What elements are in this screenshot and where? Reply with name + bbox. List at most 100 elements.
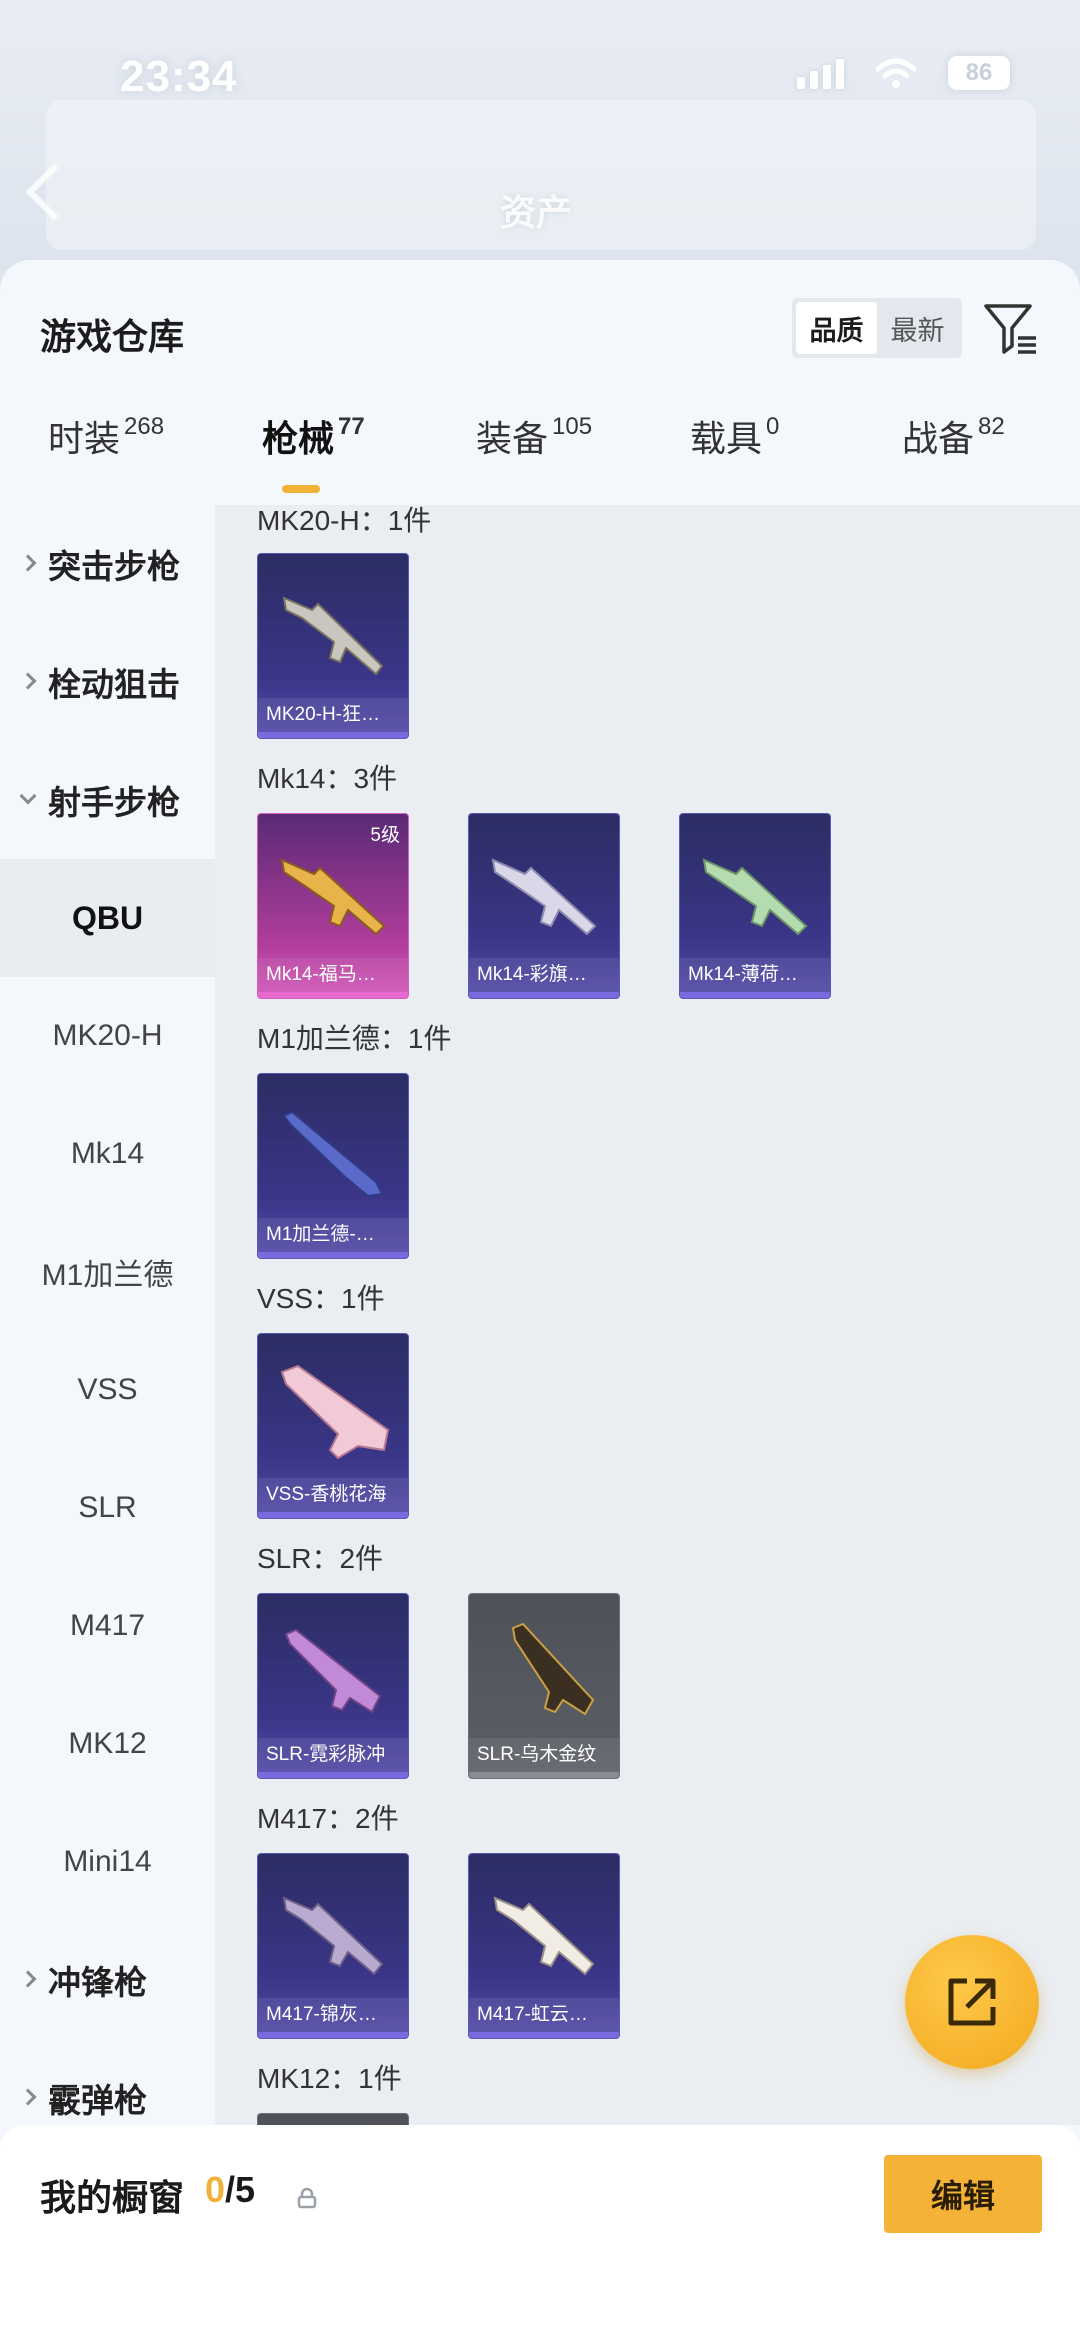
sidebar-item-m417[interactable]: M417 bbox=[0, 1567, 215, 1685]
rarity-bar bbox=[469, 992, 619, 998]
showcase-current: 0 bbox=[205, 2169, 226, 2210]
share-button[interactable] bbox=[905, 1935, 1039, 2069]
rifle-icon bbox=[282, 596, 384, 676]
filter-icon[interactable] bbox=[982, 300, 1040, 358]
rarity-bar bbox=[258, 732, 408, 738]
rarity-bar bbox=[469, 1772, 619, 1778]
tab-count: 0 bbox=[766, 413, 780, 440]
external-link-icon bbox=[948, 1978, 996, 2026]
showcase-count: 0/5 bbox=[205, 2169, 255, 2211]
rifle-icon bbox=[280, 1364, 390, 1460]
sidebar-item-mk12[interactable]: MK12 bbox=[0, 1685, 215, 1803]
weapon-card[interactable]: VSS-香桃花海 bbox=[257, 1333, 409, 1519]
chevron-right-icon bbox=[19, 554, 37, 572]
weapon-name: Mk14-彩旗… bbox=[469, 958, 619, 992]
sort-quality-option[interactable]: 品质 bbox=[796, 302, 877, 354]
group-title: VSS：1件 bbox=[257, 1283, 385, 1314]
rifle-icon bbox=[493, 1896, 595, 1976]
signal-icon bbox=[797, 57, 844, 89]
rifle-icon bbox=[491, 858, 597, 936]
sidebar-item-label: 霰弹枪 bbox=[48, 2082, 147, 2119]
tab-label: 战备 bbox=[902, 418, 975, 459]
showcase-bar: 我的橱窗 0/5 编辑 bbox=[0, 2125, 1080, 2347]
tab-count: 82 bbox=[978, 413, 1005, 440]
showcase-total: /5 bbox=[225, 2169, 256, 2210]
group-title: M1加兰德：1件 bbox=[257, 1023, 452, 1054]
weapon-name: Mk14-福马… bbox=[258, 958, 408, 992]
rarity-bar bbox=[258, 1512, 408, 1518]
tab-count: 105 bbox=[552, 413, 593, 440]
group-title: MK12：1件 bbox=[257, 2063, 402, 2094]
background-title: 资产 bbox=[500, 192, 573, 233]
sidebar-item-smg[interactable]: 冲锋枪 bbox=[0, 1921, 215, 2039]
tab-combat-gear[interactable]: 战备 82 bbox=[902, 410, 1005, 462]
group-title: M417：2件 bbox=[257, 1803, 399, 1834]
sidebar-item-qbu[interactable]: QBU bbox=[0, 859, 215, 977]
tab-count: 77 bbox=[338, 413, 365, 440]
sidebar-item-m1-garand[interactable]: M1加兰德 bbox=[0, 1213, 215, 1331]
chevron-right-icon bbox=[19, 1970, 37, 1988]
tab-firearms[interactable]: 枪械 77 bbox=[262, 410, 365, 462]
chevron-right-icon bbox=[19, 2088, 37, 2106]
weapon-card[interactable]: MK20-H-狂… bbox=[257, 553, 409, 739]
weapon-card[interactable]: M417-锦灰… bbox=[257, 1853, 409, 2039]
rifle-icon bbox=[702, 858, 808, 936]
weapon-card[interactable]: SLR-霓彩脉冲 bbox=[257, 1593, 409, 1779]
sidebar-item-label: 栓动狙击 bbox=[48, 666, 180, 703]
weapon-card[interactable]: Mk14-薄荷… bbox=[679, 813, 831, 999]
chevron-down-icon bbox=[19, 787, 37, 805]
weapon-card[interactable]: M1加兰德-… bbox=[257, 1073, 409, 1259]
active-tab-indicator bbox=[282, 485, 320, 493]
category-tabs: 时装 268 枪械 77 装备 105 载具 0 战备 82 bbox=[0, 410, 1080, 500]
sidebar-item-label: 突击步枪 bbox=[48, 548, 180, 585]
weapon-name: M1加兰德-… bbox=[258, 1218, 408, 1252]
weapon-name: M417-虹云… bbox=[469, 1998, 619, 2032]
weapon-card[interactable]: M417-虹云… bbox=[468, 1853, 620, 2039]
rifle-icon bbox=[284, 1628, 382, 1714]
rifle-icon bbox=[511, 1622, 595, 1716]
weapon-card[interactable]: SLR-乌木金纹 bbox=[468, 1593, 620, 1779]
status-icons: 86 bbox=[797, 56, 1010, 90]
group-title: Mk14：3件 bbox=[257, 763, 398, 794]
sidebar-item-mk20h[interactable]: MK20-H bbox=[0, 977, 215, 1095]
tab-equipment[interactable]: 装备 105 bbox=[476, 410, 592, 462]
rarity-bar bbox=[258, 992, 408, 998]
weapon-name: SLR-乌木金纹 bbox=[469, 1738, 619, 1772]
lock-icon bbox=[297, 2187, 317, 2209]
weapon-name: MK20-H-狂… bbox=[258, 698, 408, 732]
sort-newest-option[interactable]: 最新 bbox=[877, 302, 958, 354]
tab-label: 枪械 bbox=[262, 418, 335, 459]
chevron-right-icon bbox=[19, 672, 37, 690]
rarity-bar bbox=[469, 2032, 619, 2038]
weapon-card[interactable]: 5级 Mk14-福马… bbox=[257, 813, 409, 999]
tab-label: 装备 bbox=[476, 418, 549, 459]
sidebar-item-vss[interactable]: VSS bbox=[0, 1331, 215, 1449]
tab-fashion[interactable]: 时装 268 bbox=[48, 410, 164, 462]
tab-count: 268 bbox=[124, 413, 165, 440]
tab-vehicles[interactable]: 载具 0 bbox=[690, 410, 779, 462]
edit-button[interactable]: 编辑 bbox=[884, 2155, 1042, 2233]
rifle-icon bbox=[280, 858, 386, 936]
group-title: SLR：2件 bbox=[257, 1543, 384, 1574]
weapon-name: SLR-霓彩脉冲 bbox=[258, 1738, 408, 1772]
weapon-name: VSS-香桃花海 bbox=[258, 1478, 408, 1512]
sidebar-item-bolt-sniper[interactable]: 栓动狙击 bbox=[0, 623, 215, 741]
wifi-icon bbox=[875, 58, 917, 88]
tab-label: 载具 bbox=[690, 418, 763, 459]
sidebar-item-assault-rifle[interactable]: 突击步枪 bbox=[0, 505, 215, 623]
sidebar-item-marksman-rifle[interactable]: 射手步枪 bbox=[0, 741, 215, 859]
weapon-name: M417-锦灰… bbox=[258, 1998, 408, 2032]
showcase-title: 我的橱窗 bbox=[40, 2177, 185, 2218]
rarity-bar bbox=[680, 992, 830, 998]
sidebar-item-mk14[interactable]: Mk14 bbox=[0, 1095, 215, 1213]
weapon-card[interactable] bbox=[257, 2113, 409, 2125]
group-title: MK20-H：1件 bbox=[257, 505, 432, 536]
weapon-card[interactable]: Mk14-彩旗… bbox=[468, 813, 620, 999]
sidebar-item-mini14[interactable]: Mini14 bbox=[0, 1803, 215, 1921]
status-time: 23:34 bbox=[120, 52, 238, 101]
weapon-list: MK20-H：1件 MK20-H-狂… Mk14：3件 5级 Mk14-福马… … bbox=[215, 505, 1080, 2125]
sidebar-item-slr[interactable]: SLR bbox=[0, 1449, 215, 1567]
sort-toggle: 品质 最新 bbox=[792, 298, 962, 358]
rifle-icon bbox=[282, 1110, 384, 1198]
background-header: 23:34 86 资产 bbox=[0, 0, 1080, 270]
